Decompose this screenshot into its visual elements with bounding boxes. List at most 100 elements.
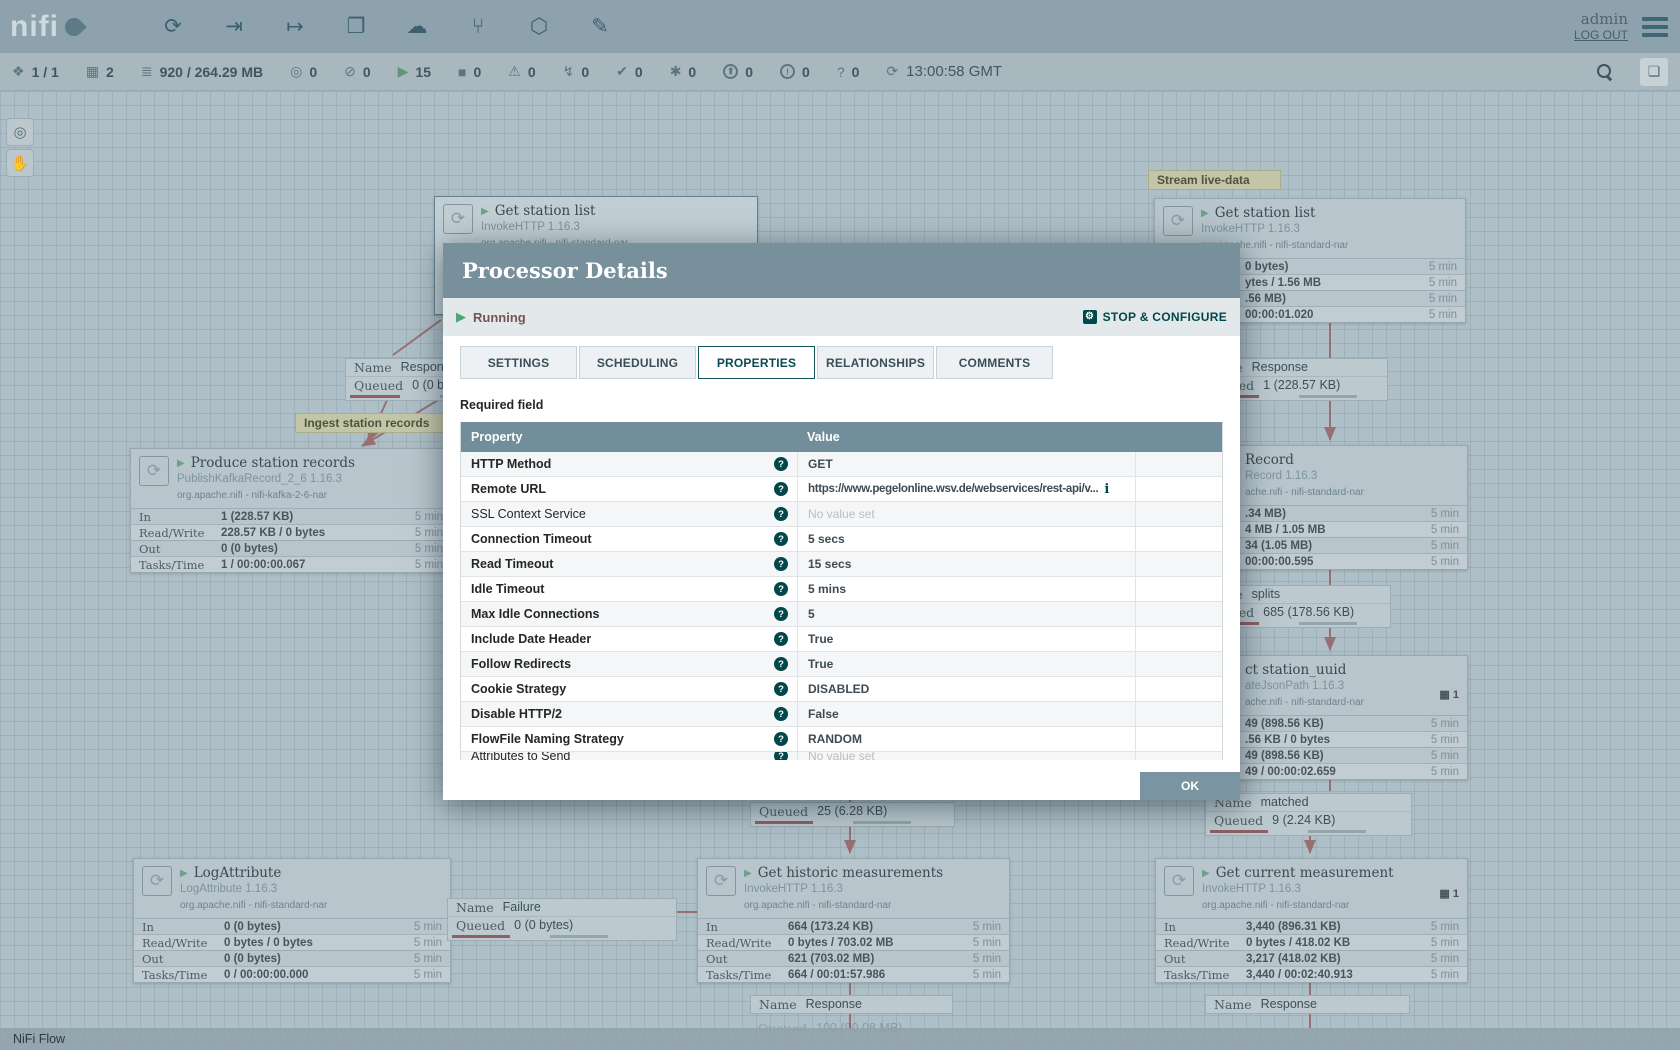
- help-icon[interactable]: [774, 582, 788, 596]
- property-value[interactable]: 5 mins: [797, 577, 1135, 601]
- property-name: Idle Timeout: [471, 582, 544, 596]
- processor-extract-station-uuid[interactable]: ct station_uuid ateJsonPath 1.16.3 ache.…: [1236, 655, 1468, 780]
- status-value: 0: [852, 64, 860, 80]
- help-icon[interactable]: [774, 732, 788, 746]
- property-value[interactable]: https://www.pegelonline.wsv.de/webservic…: [797, 477, 1135, 501]
- stat-row: In 1 (228.57 KB) 5 min: [131, 508, 451, 524]
- status-value: 15: [415, 64, 431, 80]
- dialog-tab[interactable]: COMMENTS: [936, 346, 1053, 379]
- help-icon[interactable]: [774, 632, 788, 646]
- property-value[interactable]: 5 secs: [797, 527, 1135, 551]
- help-icon[interactable]: [774, 607, 788, 621]
- help-icon[interactable]: [774, 707, 788, 721]
- property-row: FlowFile Naming Strategy RANDOM: [461, 727, 1222, 752]
- status-icon: ⬆: [723, 64, 738, 79]
- property-value[interactable]: DISABLED: [797, 677, 1135, 701]
- processor-type-icon: ⟳: [1163, 206, 1193, 236]
- properties-table: Property Value HTTP Method GET: [460, 422, 1223, 760]
- processor-split-record[interactable]: Record Record 1.16.3 ache.nifi - nifi-st…: [1236, 445, 1468, 570]
- connection-label-queued-25[interactable]: Queued25 (6.28 KB): [750, 802, 955, 827]
- toolbar-icon[interactable]: ☁: [400, 10, 434, 44]
- panel-toggle-icon[interactable]: ❏: [1640, 58, 1668, 86]
- logout-link[interactable]: LOG OUT: [1574, 27, 1628, 43]
- status-icon: ≣: [141, 63, 153, 80]
- canvas-label-ingest-station-records[interactable]: Ingest station records: [295, 413, 456, 433]
- processor-type: InvokeHTTP 1.16.3: [744, 882, 943, 897]
- ok-button[interactable]: OK: [1140, 772, 1240, 800]
- global-menu-icon[interactable]: [1642, 17, 1668, 37]
- connection-label-response-bottom-right[interactable]: NameResponse: [1205, 995, 1410, 1014]
- processor-produce-station-records[interactable]: ⟳ ▶ Produce station records PublishKafka…: [130, 448, 452, 573]
- processor-bundle: org.apache.nifi - nifi-standard-nar: [744, 898, 943, 913]
- running-status-icon: ▶: [1201, 206, 1209, 221]
- connection-label-failure[interactable]: NameFailureQueued0 (0 bytes): [447, 898, 677, 941]
- status-item: ❖ 1 / 1: [12, 63, 59, 80]
- help-icon[interactable]: [774, 557, 788, 571]
- property-value[interactable]: False: [797, 702, 1135, 726]
- help-icon[interactable]: [774, 532, 788, 546]
- processor-stats: 49 (898.56 KB) 5 min .56 KB / 0 bytes 5 …: [1237, 715, 1467, 779]
- help-icon[interactable]: [774, 752, 788, 760]
- processor-stats: In 0 (0 bytes) 5 min Read/Write 0 bytes …: [134, 918, 450, 982]
- status-item: ↯ 0: [563, 63, 590, 80]
- toolbar-icon[interactable]: ❐: [339, 10, 373, 44]
- toolbar-icon[interactable]: ⇥: [217, 10, 251, 44]
- refresh-icon[interactable]: ⟳: [886, 63, 898, 80]
- toolbar-icon[interactable]: ⑂: [461, 10, 495, 44]
- property-value[interactable]: 5: [797, 602, 1135, 626]
- status-bar: ❖ 1 / 1 ▦ 2 ≣ 920 / 264.29 MB ◎ 0: [0, 53, 1680, 91]
- operate-palette-button[interactable]: ✋: [6, 149, 34, 177]
- processor-name: Produce station records: [191, 456, 355, 471]
- processor-log-attribute[interactable]: ⟳ ▶ LogAttribute LogAttribute 1.16.3 org…: [133, 858, 451, 983]
- status-item: ✔ 0: [616, 63, 643, 80]
- dialog-tabs: SETTINGS SCHEDULING PROPERTIES RELATIONS…: [443, 336, 1240, 379]
- toolbar-icon[interactable]: ✎: [583, 10, 617, 44]
- toolbar-icon[interactable]: ⟳: [156, 10, 190, 44]
- property-value[interactable]: 15 secs: [797, 552, 1135, 576]
- canvas-label-stream-live-data[interactable]: Stream live-data: [1148, 170, 1281, 190]
- breadcrumb[interactable]: NiFi Flow: [13, 1032, 65, 1046]
- processor-get-historic-measurements[interactable]: ⟳ ▶ Get historic measurements InvokeHTTP…: [697, 858, 1010, 983]
- info-icon[interactable]: i: [1104, 482, 1109, 497]
- stop-and-configure-button[interactable]: ⚙ STOP & CONFIGURE: [1083, 310, 1227, 324]
- toolbar-icon[interactable]: ⬡: [522, 10, 556, 44]
- toolbar-icon[interactable]: ↦: [278, 10, 312, 44]
- help-icon[interactable]: [774, 507, 788, 521]
- help-icon[interactable]: [774, 457, 788, 471]
- help-icon[interactable]: [774, 482, 788, 496]
- status-item: ⚠ 0: [508, 63, 535, 80]
- dialog-tab[interactable]: RELATIONSHIPS: [817, 346, 934, 379]
- property-name: FlowFile Naming Strategy: [471, 732, 624, 746]
- processor-name: Record: [1245, 453, 1294, 468]
- property-value[interactable]: True: [797, 652, 1135, 676]
- stat-row: 49 (898.56 KB) 5 min: [1237, 715, 1467, 731]
- running-play-icon: ▶: [456, 309, 466, 325]
- dialog-tab[interactable]: SCHEDULING: [579, 346, 696, 379]
- processor-type: PublishKafkaRecord_2_6 1.16.3: [177, 472, 355, 487]
- stat-row: Out 3,217 (418.02 KB) 5 min: [1156, 950, 1467, 966]
- processor-type: ateJsonPath 1.16.3: [1245, 679, 1364, 694]
- dialog-tab[interactable]: PROPERTIES: [698, 346, 815, 379]
- status-item: ◎ 0: [290, 63, 317, 80]
- processor-get-current-measurement[interactable]: ⟳ ▶ Get current measurement InvokeHTTP 1…: [1155, 858, 1468, 983]
- search-icon[interactable]: [1597, 64, 1613, 80]
- processor-bundle: org.apache.nifi - nifi-standard-nar: [180, 898, 327, 913]
- processor-stats: In 3,440 (896.31 KB) 5 min Read/Write 0 …: [1156, 918, 1467, 982]
- property-value[interactable]: No value set: [797, 752, 1135, 760]
- navigate-palette-button[interactable]: ◎: [6, 118, 34, 146]
- help-icon[interactable]: [774, 682, 788, 696]
- property-value[interactable]: RANDOM: [797, 727, 1135, 751]
- top-toolbar: nifi ⟳ ⇥ ↦ ❐ ☁ ⑂ ⬡ ✎ admin: [0, 0, 1680, 53]
- property-value[interactable]: True: [797, 627, 1135, 651]
- dialog-tab[interactable]: SETTINGS: [460, 346, 577, 379]
- stat-row: Read/Write 0 bytes / 703.02 MB 5 min: [698, 934, 1009, 950]
- status-value: 920 / 264.29 MB: [160, 64, 264, 80]
- stat-row: Out 621 (703.02 MB) 5 min: [698, 950, 1009, 966]
- status-icon: ■: [458, 64, 466, 80]
- property-row: Connection Timeout 5 secs: [461, 527, 1222, 552]
- property-value[interactable]: No value set: [797, 502, 1135, 526]
- status-item: ! 0: [780, 64, 810, 80]
- connection-label-response-bottom-center[interactable]: NameResponse: [750, 995, 953, 1014]
- property-value[interactable]: GET: [797, 452, 1135, 476]
- help-icon[interactable]: [774, 657, 788, 671]
